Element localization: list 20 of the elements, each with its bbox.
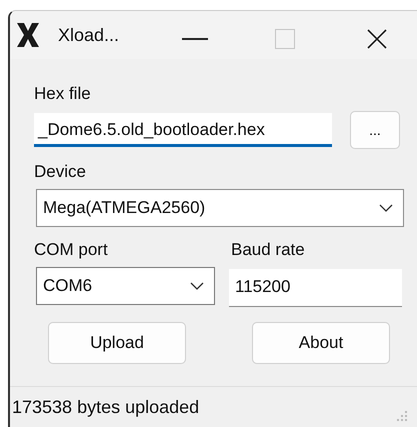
browse-button[interactable]: ... [350, 111, 400, 149]
x-logo-icon [16, 22, 40, 48]
action-button[interactable]: Upload [48, 322, 186, 364]
baud-rate-field[interactable]: 115200 [229, 269, 402, 307]
device-dropdown[interactable]: Mega(ATMEGA2560) [36, 189, 404, 227]
status-text: 173538 bytes uploaded [12, 396, 200, 418]
field-label: Hex file [34, 83, 92, 105]
minimize-icon[interactable] [182, 38, 208, 40]
window-title: Xload... [58, 24, 120, 46]
action-button[interactable]: About [252, 322, 390, 364]
maximize-icon[interactable] [275, 29, 295, 49]
chevron-icon [379, 204, 393, 212]
chevron-icon [190, 282, 204, 290]
close-icon[interactable] [367, 29, 387, 49]
field-label: Baud rate [230, 239, 306, 261]
field-label: Device [34, 161, 87, 183]
com-port-dropdown[interactable]: COM6 [36, 267, 215, 305]
hex-file-field[interactable]: _Dome6.5.old_bootloader.hex [34, 113, 332, 147]
field-label: COM port [34, 239, 109, 261]
resize-grip-icon[interactable] [397, 411, 407, 421]
